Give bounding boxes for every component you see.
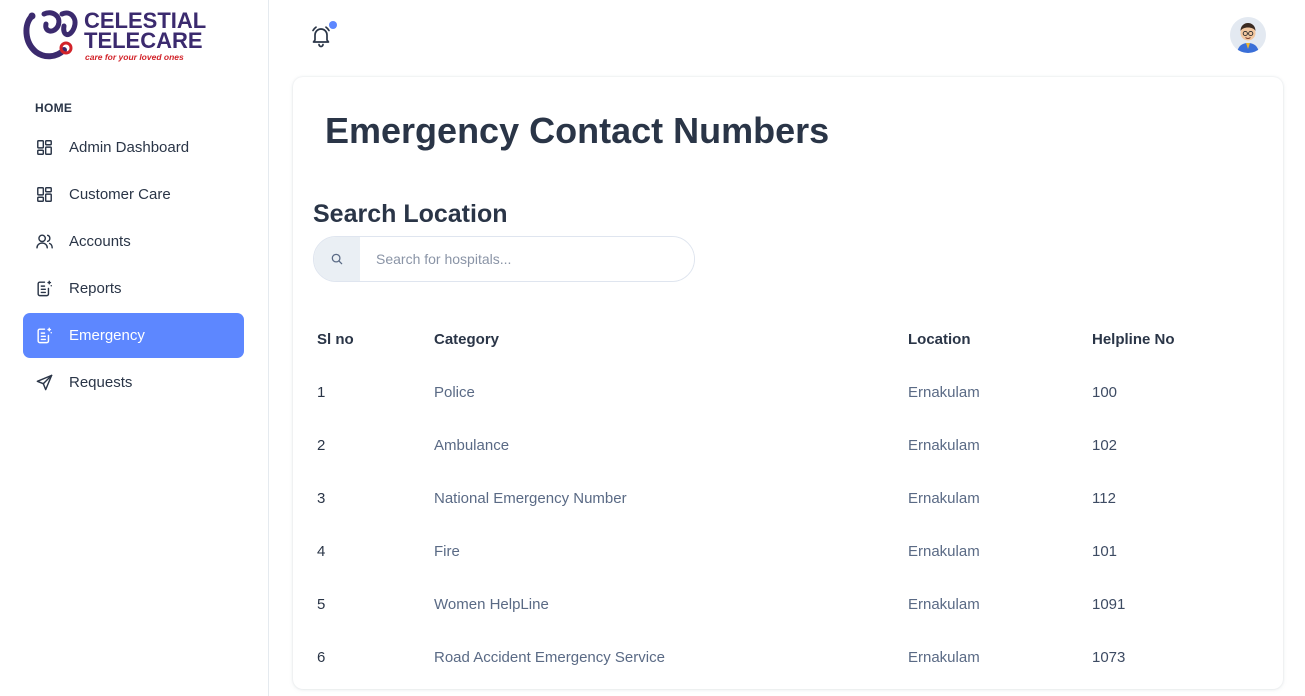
table-row: 5 Women HelpLine Ernakulam 1091: [313, 578, 1263, 631]
unread-indicator: [329, 21, 337, 29]
location-cell: Ernakulam: [908, 543, 980, 560]
serial-cell: 6: [317, 649, 326, 666]
location-cell: Ernakulam: [908, 437, 980, 454]
sidebar-item-reports[interactable]: Reports: [23, 266, 244, 311]
sidebar-item-label: Emergency: [69, 327, 145, 344]
dashboard-icon: [34, 138, 54, 158]
sidebar-item-admin-dashboard[interactable]: Admin Dashboard: [23, 125, 244, 170]
helpline-cell: 101: [1092, 543, 1118, 560]
brand-line2: TELECARE: [84, 28, 203, 53]
sidebar-nav: Admin Dashboard Customer Care Accounts R…: [23, 125, 244, 407]
brand-tagline: care for your loved ones: [85, 52, 184, 62]
sidebar-item-customer-care[interactable]: Customer Care: [23, 172, 244, 217]
user-avatar[interactable]: [1230, 17, 1266, 53]
brand-logo[interactable]: CELESTIAL TELECARE care for your loved o…: [22, 8, 212, 64]
sidebar-item-label: Accounts: [69, 233, 131, 250]
category-cell: Road Accident Emergency Service: [434, 649, 665, 666]
avatar-icon: [1230, 17, 1266, 53]
sidebar-item-requests[interactable]: Requests: [23, 360, 244, 405]
table-row: 3 National Emergency Number Ernakulam 11…: [313, 472, 1263, 525]
table-row: 1 Police Ernakulam 100: [313, 366, 1263, 419]
serial-cell: 3: [317, 490, 326, 507]
sidebar-item-label: Reports: [69, 280, 122, 297]
serial-cell: 5: [317, 596, 326, 613]
emergency-contacts-table: Sl no Category Location Helpline No 1 Po…: [313, 312, 1263, 684]
helpline-cell: 1091: [1092, 596, 1126, 613]
app: CELESTIAL TELECARE care for your loved o…: [0, 0, 1305, 696]
category-cell: Ambulance: [434, 437, 510, 454]
report-icon: [34, 326, 54, 346]
column-header: Category: [434, 330, 500, 348]
table-row: 4 Fire Ernakulam 101: [313, 525, 1263, 578]
search-icon: [331, 253, 343, 265]
table-header-row: Sl no Category Location Helpline No: [313, 312, 1263, 366]
category-cell: Fire: [434, 543, 460, 560]
dashboard-icon: [34, 185, 54, 205]
location-cell: Ernakulam: [908, 384, 980, 401]
category-cell: Police: [434, 384, 475, 401]
sidebar-item-label: Requests: [69, 374, 133, 391]
search-input[interactable]: [360, 237, 694, 281]
serial-cell: 1: [317, 384, 326, 401]
helpline-cell: 112: [1092, 490, 1116, 507]
main-card: Emergency Contact Numbers Search Locatio…: [293, 77, 1283, 689]
column-header: Helpline No: [1092, 330, 1175, 348]
category-cell: Women HelpLine: [434, 596, 549, 613]
table-row: 2 Ambulance Ernakulam 102: [313, 419, 1263, 472]
column-header: Location: [908, 330, 971, 348]
page-title: Emergency Contact Numbers: [325, 110, 830, 151]
helpline-cell: 1073: [1092, 649, 1126, 666]
search-button[interactable]: [314, 237, 360, 281]
report-icon: [34, 279, 54, 299]
location-cell: Ernakulam: [908, 490, 980, 507]
sidebar-item-emergency[interactable]: Emergency: [23, 313, 244, 358]
category-cell: National Emergency Number: [434, 490, 627, 507]
stethoscope-logo-icon: [23, 10, 78, 60]
sidebar-item-accounts[interactable]: Accounts: [23, 219, 244, 264]
send-icon: [34, 373, 54, 393]
table-row: 6 Road Accident Emergency Service Ernaku…: [313, 631, 1263, 684]
search-section-title: Search Location: [313, 200, 508, 228]
sidebar-item-label: Customer Care: [69, 186, 171, 203]
users-icon: [34, 232, 54, 252]
column-header: Sl no: [317, 330, 354, 348]
serial-cell: 4: [317, 543, 326, 560]
helpline-cell: 100: [1092, 384, 1118, 401]
helpline-cell: 102: [1092, 437, 1118, 454]
search-bar: [313, 236, 695, 282]
sidebar-item-label: Admin Dashboard: [69, 139, 190, 156]
nav-caption: HOME: [35, 101, 73, 115]
serial-cell: 2: [317, 437, 326, 454]
location-cell: Ernakulam: [908, 649, 980, 666]
location-cell: Ernakulam: [908, 596, 980, 613]
sidebar: CELESTIAL TELECARE care for your loved o…: [0, 0, 269, 696]
